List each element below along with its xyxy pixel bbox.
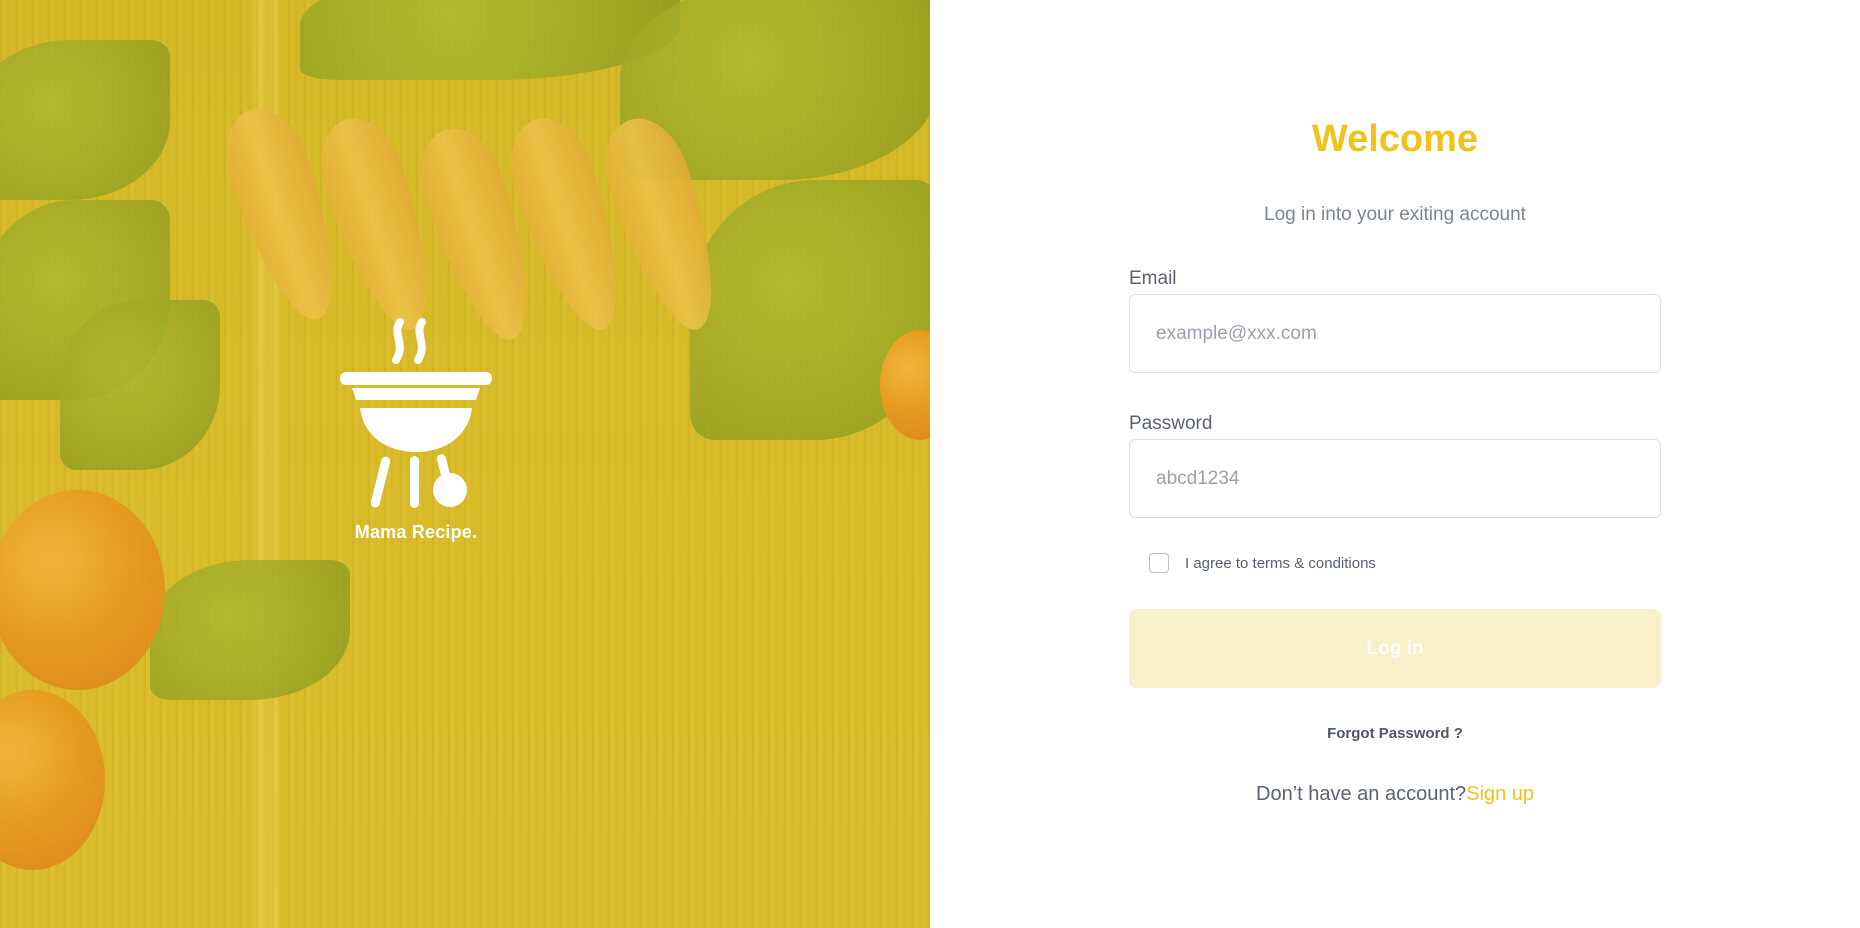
no-account-text: Don’t have an account? [1256, 783, 1467, 805]
forgot-password-link[interactable]: Forgot Password ? [1129, 725, 1661, 742]
login-panel: Welcome Log in into your exiting account… [930, 0, 1860, 928]
signup-prompt: Don’t have an account?Sign up [1129, 783, 1661, 806]
login-button[interactable]: Log in [1129, 609, 1661, 688]
brand-name: Mama Recipe. [354, 522, 478, 542]
email-field[interactable] [1129, 294, 1661, 373]
password-label: Password [1129, 413, 1213, 434]
brand-logo: Mama Recipe. [336, 318, 496, 543]
terms-checkbox[interactable] [1149, 553, 1169, 573]
page-subtitle: Log in into your exiting account [1264, 204, 1526, 225]
page-title: Welcome [1311, 118, 1479, 160]
password-field[interactable] [1129, 439, 1661, 518]
terms-label[interactable]: I agree to terms & conditions [1185, 555, 1376, 572]
grill-icon [340, 318, 492, 508]
hero-image-panel: Mama Recipe. [0, 0, 930, 928]
signup-link[interactable]: Sign up [1466, 783, 1534, 805]
email-label: Email [1129, 268, 1177, 289]
terms-row: I agree to terms & conditions [1149, 553, 1376, 573]
